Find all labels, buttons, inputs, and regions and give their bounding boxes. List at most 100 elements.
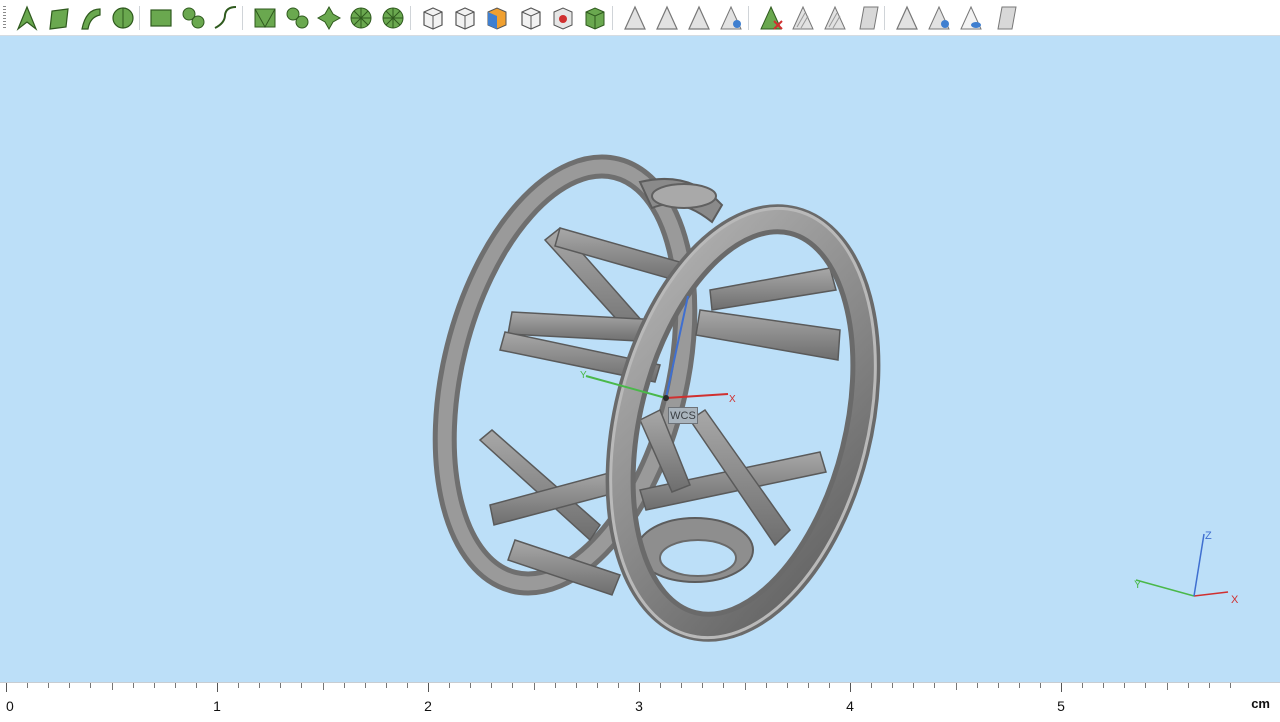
view-pick-button[interactable] (892, 3, 922, 33)
mesh-wheel-button[interactable] (346, 3, 376, 33)
hatch-pick-button[interactable] (788, 3, 818, 33)
mesh-blob-button[interactable] (282, 3, 312, 33)
3d-viewport[interactable]: X Y Z Y X (0, 36, 1280, 682)
pick-face-button[interactable] (684, 3, 714, 33)
ruler-tick (1039, 683, 1041, 688)
hatch-pick-icon (792, 5, 814, 30)
ruler-tick (997, 683, 999, 688)
ruler-tick (807, 683, 809, 688)
delete-pick-button[interactable] (756, 3, 786, 33)
orientation-triad: Z Y X (1134, 530, 1239, 606)
ruler-tick (617, 683, 619, 688)
toolbar-grip[interactable] (3, 6, 6, 28)
ring-model[interactable]: X Y Z Y X (0, 36, 1280, 682)
ruler-tick (1208, 683, 1210, 688)
ruler-tick (174, 683, 176, 688)
cube-outline-icon (521, 7, 541, 30)
ruler-tick (90, 683, 92, 688)
curve-select-icon (214, 6, 237, 29)
ruler-tick (913, 683, 915, 688)
cube-record-button[interactable] (548, 3, 578, 33)
cube-face-button[interactable] (450, 3, 480, 33)
pick-point-button[interactable] (620, 3, 650, 33)
ruler-label: 3 (635, 698, 643, 714)
select-button[interactable] (12, 3, 42, 33)
mesh-fan-button[interactable] (378, 3, 408, 33)
view-frame-button[interactable] (990, 3, 1020, 33)
mesh-wheel-icon (350, 7, 372, 29)
ruler-tick (27, 683, 29, 688)
ruler-tick (69, 683, 71, 688)
ruler-tick (343, 683, 345, 688)
cube-color-icon (487, 7, 507, 30)
ruler-tick (976, 683, 978, 688)
mesh-face-button[interactable] (250, 3, 280, 33)
select-face-button[interactable] (44, 3, 74, 33)
ruler-tick (1103, 683, 1105, 688)
select-volume-icon (112, 7, 134, 29)
curve-select-button[interactable] (210, 3, 240, 33)
scale-ruler: 0 1 2 3 4 5 cm (0, 682, 1280, 722)
ruler-tick (217, 683, 218, 692)
ruler-tick (364, 683, 366, 688)
mesh-fan-icon (382, 7, 404, 29)
wcs-label: WCS (668, 407, 698, 424)
ruler-tick (892, 683, 894, 688)
select-icon (16, 5, 38, 31)
cube-color-button[interactable] (482, 3, 512, 33)
ruler-tick (596, 683, 598, 688)
triad-x-label: X (1231, 594, 1239, 606)
ruler-tick (786, 683, 788, 688)
copy-pick-button[interactable] (820, 3, 850, 33)
ruler-tick (132, 683, 134, 688)
ruler-label: 5 (1057, 698, 1065, 714)
ruler-tick (428, 683, 429, 692)
shade-pick-button[interactable] (852, 3, 882, 33)
ruler-tick (238, 683, 240, 688)
ruler-tick (406, 683, 408, 688)
cube-select-button[interactable] (418, 3, 448, 33)
ruler-tick (681, 683, 683, 688)
ruler-tick (48, 683, 50, 688)
ruler-tick (744, 683, 746, 690)
ruler-tick (639, 683, 640, 692)
pick-face-icon (688, 5, 710, 30)
pick-edge-button[interactable] (652, 3, 682, 33)
top-tab (638, 178, 724, 224)
wcs-x-label: X (729, 394, 736, 405)
select-volume-button[interactable] (108, 3, 138, 33)
mesh-cross-button[interactable] (314, 3, 344, 33)
mesh-blob-icon (286, 7, 309, 29)
main-toolbar (0, 0, 1280, 36)
ruler-tick (723, 683, 725, 688)
ruler-tick (1061, 683, 1062, 692)
pick-edge-icon (656, 5, 678, 30)
ruler-tick (6, 683, 7, 692)
ruler-tick (702, 683, 704, 688)
ruler-tick (1082, 683, 1084, 688)
rectangle-select-button[interactable] (146, 3, 176, 33)
ruler-tick (322, 683, 324, 690)
view-multi-icon (928, 5, 950, 30)
pick-color-button[interactable] (716, 3, 746, 33)
ruler-tick (1187, 683, 1189, 688)
ruler-label: 4 (846, 698, 854, 714)
view-multi-button[interactable] (924, 3, 954, 33)
cube-face-icon (455, 7, 475, 30)
cube-green-button[interactable] (580, 3, 610, 33)
cube-green-icon (585, 7, 605, 30)
rectangle-select-icon (150, 9, 172, 27)
ruler-tick (828, 683, 830, 688)
select-edge-button[interactable] (76, 3, 106, 33)
cube-select-icon (423, 7, 443, 30)
delete-pick-icon (760, 5, 783, 30)
cube-outline-button[interactable] (516, 3, 546, 33)
toolbar-separator (410, 6, 411, 30)
view-eye-button[interactable] (956, 3, 986, 33)
mesh-face-icon (254, 8, 276, 29)
ruler-tick (1018, 683, 1020, 688)
spline-select-button[interactable] (178, 3, 208, 33)
ruler-tick (575, 683, 577, 688)
ruler-tick (1166, 683, 1168, 690)
ruler-tick (765, 683, 767, 688)
